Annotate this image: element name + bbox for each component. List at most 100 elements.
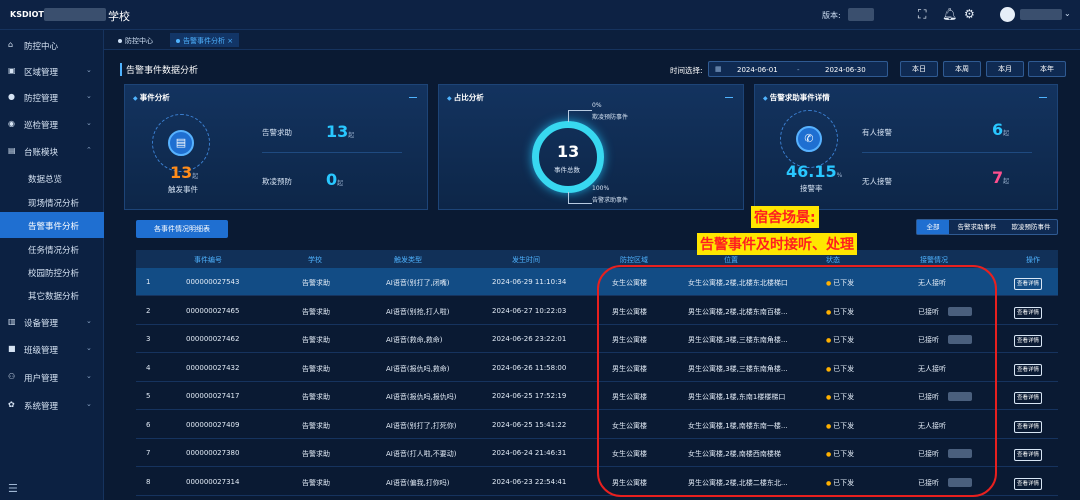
cell-id: 000000027432 — [186, 363, 240, 372]
cell-no: 5 — [146, 392, 151, 400]
bullying-ratio-label: 欺凌预防事件 — [592, 114, 629, 121]
expand-icon[interactable]: ⛶ — [918, 7, 926, 22]
sidebar-item-data-overview[interactable]: 数据总览 — [0, 165, 104, 191]
cell-id: 000000027462 — [186, 335, 240, 343]
app-logo: KSDIOT — [10, 10, 44, 19]
calendar-icon: ▦ — [715, 65, 722, 73]
system-icon: ✿ — [8, 400, 15, 409]
version-value-redacted — [848, 8, 874, 21]
sidebar-item-device[interactable]: ▥ 设备管理 ⌄ — [0, 309, 104, 335]
collapse-menu-icon[interactable]: ☰ — [8, 482, 18, 495]
sidebar-item-label: 任务情况分析 — [28, 246, 80, 256]
view-details-button[interactable]: 查看详情 — [1014, 306, 1042, 319]
filter-alarm-button[interactable]: 告警求助事件 — [951, 220, 1003, 234]
sidebar-item-label: 区域管理 — [24, 68, 59, 78]
sidebar-item-system[interactable]: ✿ 系统管理 ⌄ — [0, 392, 104, 418]
tab-alarm-analysis[interactable]: 告警事件分析 × — [170, 33, 240, 47]
sidebar-item-class[interactable]: ■ 班级管理 ⌄ — [0, 336, 104, 362]
date-range-picker[interactable]: ▦ 2024-06-01 - 2024-06-30 — [708, 61, 888, 77]
answer-rate-label: 接警率 — [800, 184, 823, 193]
close-icon[interactable]: × — [227, 37, 233, 45]
bullying-prevention-number: 0 — [326, 170, 338, 189]
patrol-icon: ◉ — [8, 119, 15, 128]
unanswered-label: 无人接警 — [862, 177, 892, 186]
view-details-button[interactable]: 查看详情 — [1014, 420, 1042, 433]
chevron-down-icon: ⌄ — [86, 119, 92, 127]
answer-rate-number: 46.15 — [786, 162, 837, 181]
sidebar-item-label: 告警事件分析 — [28, 222, 80, 232]
cell-id: 000000027409 — [186, 420, 240, 429]
cell-time: 2024-06-29 11:10:34 — [492, 278, 567, 286]
this-year-button[interactable]: 本年 — [1028, 61, 1066, 77]
cell-trigger: AI语音(报仇吗,报仇吗) — [386, 393, 457, 401]
view-details-button[interactable]: 查看详情 — [1014, 449, 1042, 461]
sidebar-item-label: 用户管理 — [24, 374, 59, 384]
annotation-line-1: 宿舍场景: — [751, 206, 819, 228]
cell-time: 2024-06-27 10:22:03 — [492, 306, 567, 315]
cell-trigger: AI语音(别抢,打人啦) — [386, 307, 450, 316]
cell-no: 8 — [146, 477, 151, 486]
tab-label: 防控中心 — [125, 37, 153, 45]
sidebar-item-prevention[interactable]: ● 防控管理 ⌄ — [0, 84, 104, 110]
tab-prevention-center[interactable]: 防控中心 — [112, 33, 159, 47]
total-events-value: 13 — [557, 142, 580, 161]
sidebar-item-user[interactable]: ⚇ 用户管理 ⌄ — [0, 364, 104, 390]
cell-id: 000000027543 — [186, 278, 240, 286]
settings-icon[interactable]: ⚙ — [964, 7, 975, 21]
cell-trigger: AI语音(别打了,闭嘴) — [386, 279, 450, 287]
chevron-down-icon: ⌄ — [86, 400, 92, 408]
sidebar-item-label: 系统管理 — [24, 402, 59, 412]
sidebar-item-other-analysis[interactable]: 其它数据分析 — [0, 282, 104, 308]
chevron-down-icon: ⌄ — [86, 92, 92, 100]
view-details-button[interactable]: 查看详情 — [1014, 392, 1042, 404]
answered-label: 有人接警 — [862, 128, 892, 137]
sidebar-item-alarm-analysis[interactable]: 告警事件分析 — [0, 212, 104, 238]
sidebar-item-region[interactable]: ▣ 区域管理 ⌄ — [0, 58, 104, 84]
end-date[interactable]: 2024-06-30 — [825, 66, 866, 74]
annotation-callout: 宿舍场景: 告警事件及时接听、处理 — [697, 206, 895, 260]
device-icon: ▥ — [8, 317, 16, 326]
panel-decoration — [725, 97, 733, 98]
this-week-button[interactable]: 本周 — [943, 61, 981, 77]
cell-type: 告警求助 — [302, 393, 330, 401]
cell-trigger: AI语音(报仇吗,救命) — [386, 364, 450, 373]
view-details-button[interactable]: 查看详情 — [1014, 278, 1042, 290]
sidebar-item-patrol[interactable]: ◉ 巡检管理 ⌄ — [0, 111, 104, 137]
this-month-button[interactable]: 本月 — [986, 61, 1024, 77]
phone-icon: ✆ — [796, 126, 822, 152]
clipboard-icon: ▤ — [168, 130, 194, 156]
start-date[interactable]: 2024-06-01 — [737, 66, 778, 74]
filter-bullying-button[interactable]: 欺凌预防事件 — [1005, 220, 1057, 234]
view-details-button[interactable]: 查看详情 — [1014, 477, 1042, 490]
column-header: 发生时间 — [512, 256, 540, 264]
sidebar-item-label: 防控管理 — [24, 94, 59, 104]
cell-no: 4 — [146, 363, 151, 372]
bullying-ratio-value: 0% — [592, 102, 602, 109]
avatar[interactable] — [1000, 7, 1015, 22]
cell-no: 1 — [146, 278, 151, 286]
cell-type: 告警求助 — [302, 478, 330, 487]
view-details-button[interactable]: 查看详情 — [1014, 363, 1042, 376]
view-details-button[interactable]: 查看详情 — [1014, 335, 1042, 347]
alarm-ratio-label: 告警求助事件 — [592, 197, 629, 204]
column-header: 学校 — [308, 256, 322, 264]
date-separator: - — [797, 66, 800, 74]
panel-decoration — [1039, 97, 1047, 98]
cell-time: 2024-06-25 15:41:22 — [492, 420, 567, 429]
panel-title: 占比分析 — [447, 92, 484, 103]
unanswered-number: 7 — [992, 168, 1004, 187]
sidebar-item-label: 巡检管理 — [24, 121, 59, 131]
username-redacted[interactable] — [1020, 9, 1062, 20]
today-button[interactable]: 本日 — [900, 61, 938, 77]
class-icon: ■ — [8, 344, 16, 353]
sidebar-item-prevention-center[interactable]: ⌂ 防控中心 — [0, 32, 104, 58]
total-events-label: 事件总数 — [554, 166, 580, 174]
filter-all-button[interactable]: 全部 — [917, 220, 949, 234]
cell-id: 000000027417 — [186, 392, 240, 400]
unit-label: 起 — [1003, 178, 1010, 185]
bullying-prevention-label: 欺凌预防 — [262, 177, 292, 186]
cell-time: 2024-06-26 23:22:01 — [492, 335, 567, 343]
sidebar-item-ledger[interactable]: ▤ 台账模块 ⌃ — [0, 138, 104, 164]
bell-icon[interactable]: 🔔︎ — [942, 7, 957, 21]
chevron-down-icon[interactable]: ⌄ — [1064, 9, 1071, 18]
